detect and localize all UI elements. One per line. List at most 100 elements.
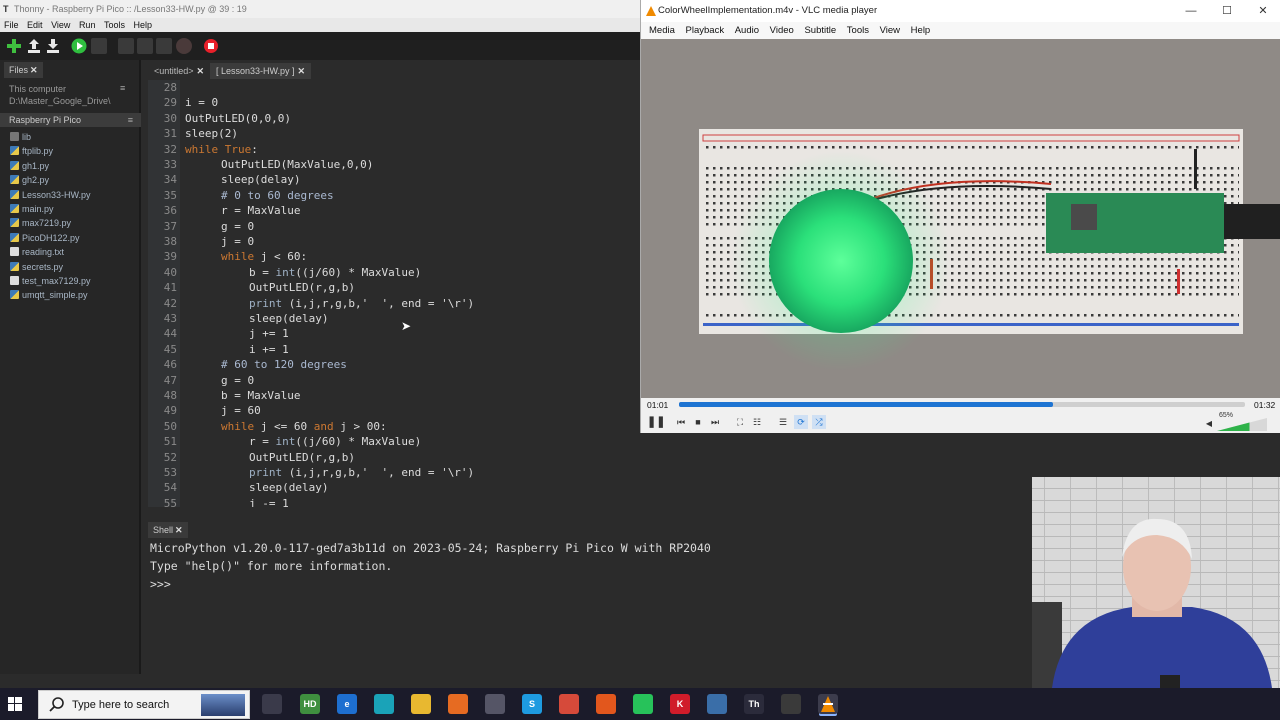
step-into-icon[interactable] [137,38,153,54]
vlc-menu-media[interactable]: Media [641,22,675,39]
file-item[interactable]: gh1.py [10,159,138,173]
run-icon[interactable] [71,38,87,54]
file-item[interactable]: PicoDH122.py [10,231,138,245]
stop-icon[interactable] [203,38,219,54]
edge-legacy-icon[interactable]: e [337,694,357,714]
volume-slider[interactable]: 65% [1217,412,1267,431]
close-icon[interactable]: ✕ [30,65,38,75]
close-icon[interactable]: ✕ [298,66,306,76]
code-token: while True [185,142,252,156]
vlc-menu-subtitle[interactable]: Subtitle [796,22,836,39]
open-file-icon[interactable] [26,38,42,54]
brave-icon[interactable] [596,694,616,714]
obs-icon[interactable] [781,694,801,714]
chrome-icon[interactable] [559,694,579,714]
debug-icon[interactable] [91,38,107,54]
file-name: gh1.py [22,160,50,171]
stop-playback-icon[interactable]: ■ [692,415,704,429]
previous-icon[interactable]: ⏮ [675,415,687,429]
code-token: while [221,250,255,264]
this-computer-path[interactable]: D:\Master_Google_Drive\ [0,95,141,108]
menu-edit[interactable]: Edit [23,18,45,32]
task-view-icon[interactable] [262,694,282,714]
vlc-menu-view[interactable]: View [872,22,900,39]
save-file-icon[interactable] [45,38,61,54]
menu-tools[interactable]: Tools [100,18,127,32]
vlc-titlebar[interactable]: ColorWheelImplementation.m4v - VLC media… [641,0,1280,22]
calculator-icon[interactable] [485,694,505,714]
line-number: 29 [163,96,177,110]
edge-icon[interactable] [374,694,394,714]
step-out-icon[interactable] [156,38,172,54]
extended-settings-icon[interactable]: ☷ [751,415,763,429]
shuffle-icon[interactable]: ⤮ [812,415,826,429]
shell-tab[interactable]: Shell ✕ [148,522,188,538]
pico-header[interactable]: Raspberry Pi Pico ≡ [0,113,141,127]
fullscreen-icon[interactable]: ⛶ [734,415,746,429]
shell-prompt[interactable]: >>> [150,575,171,593]
line-number: 43 [163,312,177,325]
menu-help[interactable]: Help [130,18,155,32]
file-item[interactable]: reading.txt [10,245,138,259]
vlc-menu-video[interactable]: Video [762,22,794,39]
windows-start-icon[interactable] [8,697,22,711]
close-icon[interactable]: ✕ [175,525,183,535]
vlc-menu-help[interactable]: Help [903,22,931,39]
seek-slider[interactable] [679,402,1245,407]
file-item[interactable]: umqtt_simple.py [10,288,138,302]
hd-app-icon[interactable]: HD [300,694,320,714]
code-token: sleep(delay) [249,312,329,325]
menu-view[interactable]: View [47,18,72,32]
file-item[interactable]: gh2.py [10,173,138,187]
close-icon[interactable]: ✕ [197,66,205,76]
firefox-icon[interactable] [448,694,468,714]
thonny-titlebar[interactable]: T Thonny - Raspberry Pi Pico :: /Lesson3… [0,0,640,18]
code-text: OutPutLED(r,g,b) [249,280,355,295]
playlist-icon[interactable]: ☰ [777,415,789,429]
file-explorer-icon[interactable] [411,694,431,714]
file-item[interactable]: Lesson33-HW.py [10,188,138,202]
vlc-menu-playback[interactable]: Playback [678,22,725,39]
k-app-icon[interactable]: K [670,694,690,714]
vlc-taskbar-icon[interactable] [818,694,838,714]
file-item[interactable]: test_max7129.py [10,274,138,288]
speaker-icon[interactable]: ◀ [1203,417,1215,431]
skype-icon[interactable]: S [522,694,542,714]
minimize-icon[interactable]: — [1173,0,1209,22]
file-item[interactable]: lib [10,130,138,144]
code-area[interactable]: 28 29 i = 0 30 OutPutLED(0,0,0) 31 sleep(2) 32 w… [148,81,640,507]
menu-file[interactable]: File [0,18,21,32]
taskbar-search-box[interactable]: Type here to search [38,690,250,719]
tab-lesson33[interactable]: [ Lesson33-HW.py ] ✕ [210,63,312,79]
loop-icon[interactable]: ⟳ [794,415,808,429]
code-text: i += 1 [249,342,289,357]
step-over-icon[interactable] [118,38,134,54]
next-icon[interactable]: ⏭ [709,415,721,429]
vlc-menu-audio[interactable]: Audio [727,22,759,39]
thonny-taskbar-icon[interactable]: Th [744,694,764,714]
network-app-icon[interactable] [707,694,727,714]
file-item[interactable]: secrets.py [10,260,138,274]
code-token: int [275,435,296,449]
menu-run[interactable]: Run [75,18,98,32]
code-line: 42 print (i,j,r,g,b,' ', end = '\r') [148,296,640,311]
pause-icon[interactable]: ❚❚ [647,415,665,429]
video-frame[interactable] [641,39,1280,398]
files-tab[interactable]: Files ✕ [4,62,43,78]
this-computer-menu-icon[interactable]: ≡ [120,82,134,95]
shell-panel[interactable]: Shell ✕ MicroPython v1.20.0-117-ged7a3b11… [148,520,1032,674]
tab-untitled[interactable]: <untitled> ✕ [148,63,210,79]
new-file-icon[interactable] [6,38,22,54]
close-window-icon[interactable]: ✕ [1245,0,1280,22]
file-item[interactable]: max7219.py [10,216,138,230]
maximize-icon[interactable]: ☐ [1209,0,1245,22]
code-text: OutPutLED(r,g,b) [249,450,355,465]
thonny-app-icon: T [3,4,9,14]
elapsed-time: 01:01 [647,400,669,410]
file-item[interactable]: main.py [10,202,138,216]
vlc-menu-tools[interactable]: Tools [839,22,869,39]
resume-icon[interactable] [176,38,192,54]
whatsapp-icon[interactable] [633,694,653,714]
file-item[interactable]: ftplib.py [10,144,138,158]
pico-menu-icon[interactable]: ≡ [128,113,133,127]
